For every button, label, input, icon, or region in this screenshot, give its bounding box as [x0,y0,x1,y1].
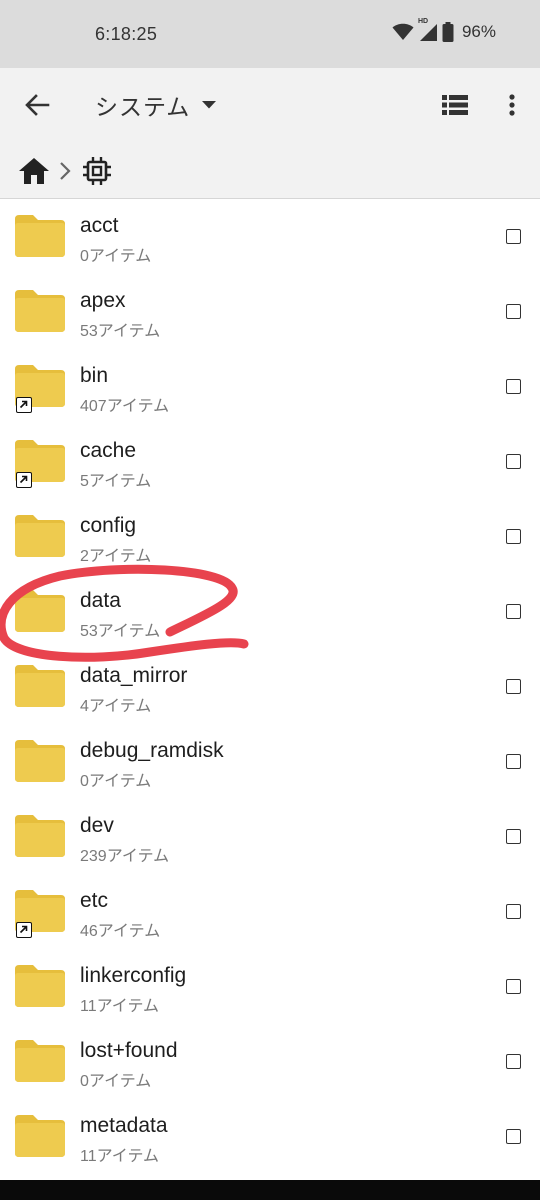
select-checkbox[interactable] [506,454,521,469]
file-row[interactable]: acct 0アイテム [0,199,540,274]
shortcut-link-icon [16,472,32,488]
file-item-count: 0アイテム [80,773,152,790]
list-view-icon [442,95,468,115]
dropdown-caret-icon [202,101,217,109]
file-item-count: 0アイテム [80,1073,152,1090]
more-options-button[interactable] [497,90,527,120]
file-item-count: 2アイテム [80,548,152,565]
hd-label: HD [417,18,429,25]
select-checkbox[interactable] [506,1054,521,1069]
file-item-count: 239アイテム [80,848,170,865]
file-row[interactable]: data 53アイテム [0,574,540,649]
select-checkbox[interactable] [506,379,521,394]
select-checkbox[interactable] [506,604,521,619]
file-name: data_mirror [80,664,188,687]
list-view-button[interactable] [440,90,470,120]
file-name: linkerconfig [80,964,187,987]
file-row[interactable]: debug_ramdisk 0アイテム [0,724,540,799]
back-arrow-icon [25,94,50,116]
file-item-count: 4アイテム [80,698,152,715]
file-item-count: 0アイテム [80,248,152,265]
folder-icon [15,740,65,782]
folder-icon [15,665,65,707]
chevron-right-icon [60,162,71,180]
select-checkbox[interactable] [506,754,521,769]
page-title: システム [95,94,191,120]
file-list: acct 0アイテム apex 53アイテム bin 407アイテム cache 5アイテム c… [0,199,540,1174]
file-item-count: 53アイテム [80,323,161,340]
file-name: debug_ramdisk [80,739,224,762]
shortcut-link-icon [16,922,32,938]
wifi-icon [392,23,414,40]
select-checkbox[interactable] [506,304,521,319]
select-checkbox[interactable] [506,229,521,244]
signal-icon: HD [418,18,438,42]
file-name: metadata [80,1114,168,1137]
folder-icon [15,965,65,1007]
file-item-count: 11アイテム [80,1148,160,1165]
file-row[interactable]: config 2アイテム [0,499,540,574]
file-row[interactable]: data_mirror 4アイテム [0,649,540,724]
file-name: bin [80,364,109,387]
chip-icon[interactable] [82,156,112,186]
file-name: data [80,589,121,612]
select-checkbox[interactable] [506,1129,521,1144]
folder-icon [15,1115,65,1157]
status-bar: 6:18:25 HD 96% [0,0,540,68]
folder-icon [15,815,65,857]
file-name: cache [80,439,137,462]
file-row[interactable]: etc 46アイテム [0,874,540,949]
breadcrumb [0,142,540,199]
folder-icon [15,590,65,632]
select-checkbox[interactable] [506,979,521,994]
file-row[interactable]: metadata 11アイテム [0,1099,540,1174]
select-checkbox[interactable] [506,904,521,919]
file-name: etc [80,889,109,912]
status-icons: HD 96% [392,18,496,42]
select-checkbox[interactable] [506,529,521,544]
folder-icon [15,1040,65,1082]
file-item-count: 46アイテム [80,923,161,940]
back-button[interactable] [20,88,54,122]
battery-icon [442,22,454,42]
select-checkbox[interactable] [506,829,521,844]
file-name: apex [80,289,126,312]
file-row[interactable]: apex 53アイテム [0,274,540,349]
folder-icon [15,290,65,332]
file-name: dev [80,814,114,837]
home-icon[interactable] [18,156,50,186]
shortcut-link-icon [16,397,32,413]
file-item-count: 53アイテム [80,623,161,640]
folder-icon [15,215,65,257]
app-bar: システム [0,68,540,142]
location-dropdown[interactable]: システム [95,88,217,122]
file-name: config [80,514,137,537]
status-time: 6:18:25 [95,24,158,44]
file-row[interactable]: dev 239アイテム [0,799,540,874]
folder-icon [15,515,65,557]
file-item-count: 11アイテム [80,998,160,1015]
file-row[interactable]: lost+found 0アイテム [0,1024,540,1099]
select-checkbox[interactable] [506,679,521,694]
file-row[interactable]: bin 407アイテム [0,349,540,424]
navigation-bar [0,1180,540,1200]
battery-percent: 96% [461,22,496,41]
file-item-count: 5アイテム [80,473,152,490]
file-row[interactable]: cache 5アイテム [0,424,540,499]
file-name: acct [80,214,119,237]
file-item-count: 407アイテム [80,398,170,415]
file-row[interactable]: linkerconfig 11アイテム [0,949,540,1024]
file-name: lost+found [80,1039,178,1062]
more-vert-icon [509,94,515,116]
